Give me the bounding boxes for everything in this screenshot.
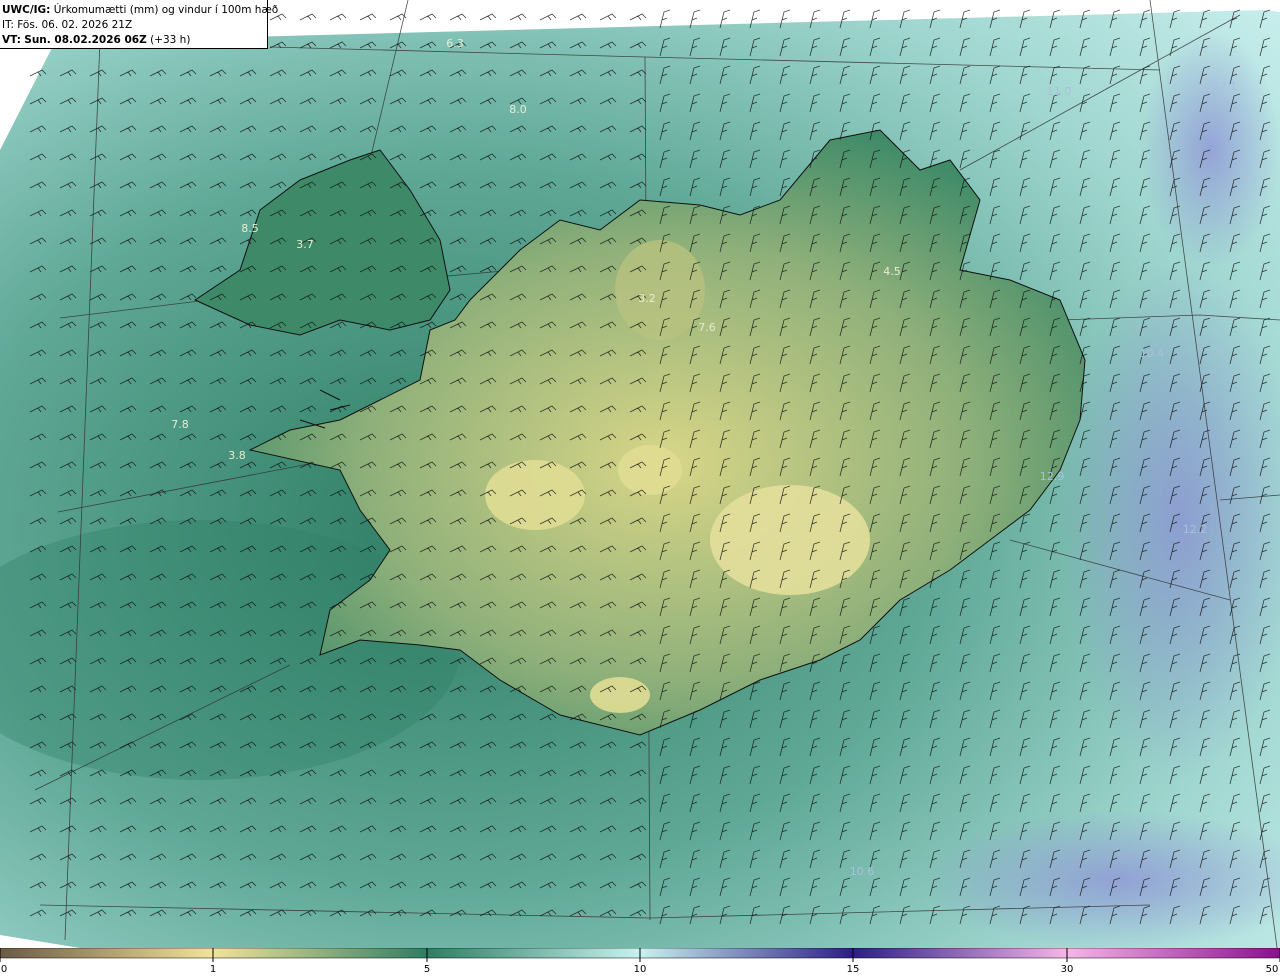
- colorbar-label: 0: [0, 964, 8, 975]
- valid-label: VT:: [2, 34, 21, 46]
- highland-north: [615, 240, 705, 340]
- value-label: 10.4: [1140, 347, 1165, 360]
- colorbar-label: 30: [1060, 964, 1074, 975]
- highland-south: [590, 677, 650, 713]
- value-label: 6.3: [446, 37, 464, 50]
- precip-wind-map: 6.3 8.0 3.7 8.5 7.8 3.8 3.2 7.6 4.5 12.2 11.0 10.4 1…: [0, 0, 1280, 948]
- info-box: UWC/IG: Úrkomumætti (mm) og vindur í 100…: [0, 0, 278, 49]
- init-time-row: IT: Fös. 06. 02. 2026 21Z: [2, 18, 267, 33]
- colorbar-label: 50: [1265, 964, 1279, 975]
- colorbar-label: 15: [846, 964, 860, 975]
- value-label: 4.5: [883, 265, 901, 278]
- highland-central: [618, 445, 682, 495]
- value-label: 11.0: [1047, 85, 1072, 98]
- value-label: 8.5: [241, 222, 259, 235]
- parameter-name: Úrkomumætti (mm) og vindur í 100m hæð: [53, 4, 279, 16]
- colorbar-label: 5: [423, 964, 431, 975]
- init-label: IT:: [2, 19, 14, 31]
- value-label: 7.8: [171, 418, 189, 431]
- valid-time-row: VT: Sun. 08.02.2026 06Z (+33 h): [2, 33, 267, 48]
- init-time: Fös. 06. 02. 2026 21Z: [17, 19, 133, 31]
- value-label: 12.9: [1040, 470, 1065, 483]
- value-label: 10.6: [850, 865, 875, 878]
- info-title-row: UWC/IG: Úrkomumætti (mm) og vindur í 100…: [2, 3, 278, 18]
- valid-time: Sun. 08.02.2026 06Z: [24, 34, 147, 46]
- colorbar-label: 1: [209, 964, 217, 975]
- value-label: 3.8: [228, 449, 246, 462]
- value-label: 12.2: [1183, 523, 1208, 536]
- value-label: 3.7: [296, 238, 314, 251]
- value-label: 7.6: [698, 321, 716, 334]
- highland-west: [485, 460, 585, 530]
- value-label: 8.0: [509, 103, 527, 116]
- lead-time: (+33 h): [150, 34, 191, 46]
- colorbar-label: 10: [633, 964, 647, 975]
- value-label: 12.1: [1213, 80, 1238, 93]
- model-name: UWC/IG:: [2, 4, 51, 16]
- value-label: 3.2: [638, 292, 656, 305]
